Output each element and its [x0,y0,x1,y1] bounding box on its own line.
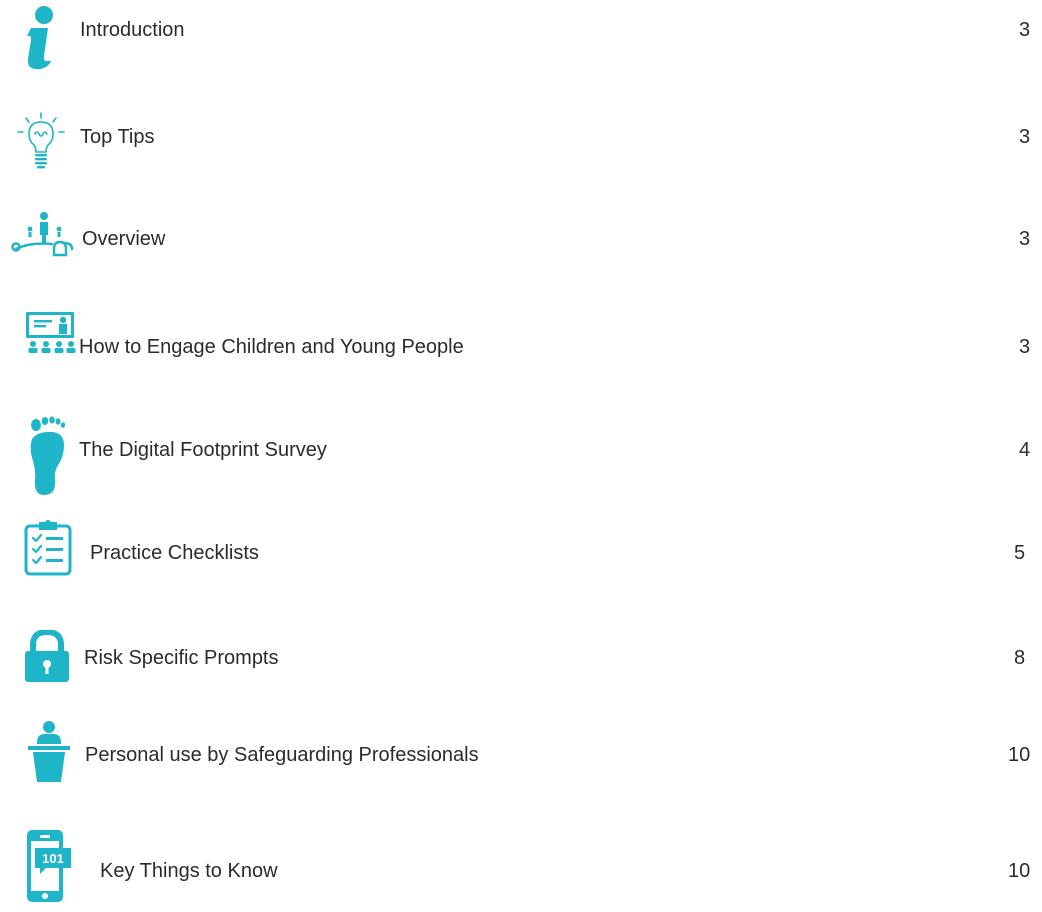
toc-entry-page-number: 3 [1019,19,1031,41]
lightbulb-icon [17,112,65,169]
toc-entry-top-tips[interactable]: Top Tips 3 [0,100,1042,169]
padlock-icon [25,630,69,682]
speaker-podium-icon [28,721,70,782]
smartphone-101-label: 101 [42,851,64,866]
toc-entry-page-number: 10 [1008,744,1031,766]
toc-entry-title: Practice Checklists [90,542,259,564]
toc-entry-title: How to Engage Children and Young People [79,336,464,358]
toc-entry-title: Top Tips [80,126,155,148]
smartphone-101-icon: 101 [27,830,71,902]
toc-entry-introduction[interactable]: Introduction 3 [0,0,1042,70]
toc-entry-title: Introduction [80,19,185,41]
toc-entry-page-number: 4 [1019,439,1031,461]
toc-entry-page-number: 3 [1019,228,1031,250]
table-of-contents: Introduction 3 Top Tips 3 Overview 3 How… [0,0,1042,912]
toc-entry-page-number: 5 [1014,542,1026,564]
toc-entry-risk-specific-prompts[interactable]: Risk Specific Prompts 8 [0,620,1042,682]
toc-entry-page-number: 10 [1008,860,1031,882]
toc-entry-page-number: 3 [1019,126,1031,148]
footprint-icon [30,416,66,495]
toc-entry-digital-footprint-survey[interactable]: The Digital Footprint Survey 4 [0,412,1042,495]
clipboard-checklist-icon [24,520,72,576]
toc-entry-how-to-engage[interactable]: How to Engage Children and Young People … [0,310,1042,370]
toc-entry-title: Risk Specific Prompts [84,647,279,669]
toc-entry-practice-checklists[interactable]: Practice Checklists 5 [0,515,1042,576]
toc-entry-overview[interactable]: Overview 3 [0,205,1042,265]
toc-entry-page-number: 3 [1019,336,1031,358]
person-map-pins-icon [11,212,74,257]
presentation-audience-icon [26,312,76,353]
toc-entry-personal-use[interactable]: Personal use by Safeguarding Professiona… [0,718,1042,782]
toc-entry-title: Personal use by Safeguarding Professiona… [85,744,479,766]
toc-entry-page-number: 8 [1014,647,1026,669]
toc-entry-title: Key Things to Know [100,860,278,882]
toc-entry-title: Overview [82,228,166,250]
toc-entry-title: The Digital Footprint Survey [79,439,327,461]
toc-entry-key-things-to-know[interactable]: 101 Key Things to Know 10 [0,818,1042,902]
info-icon [27,6,53,70]
